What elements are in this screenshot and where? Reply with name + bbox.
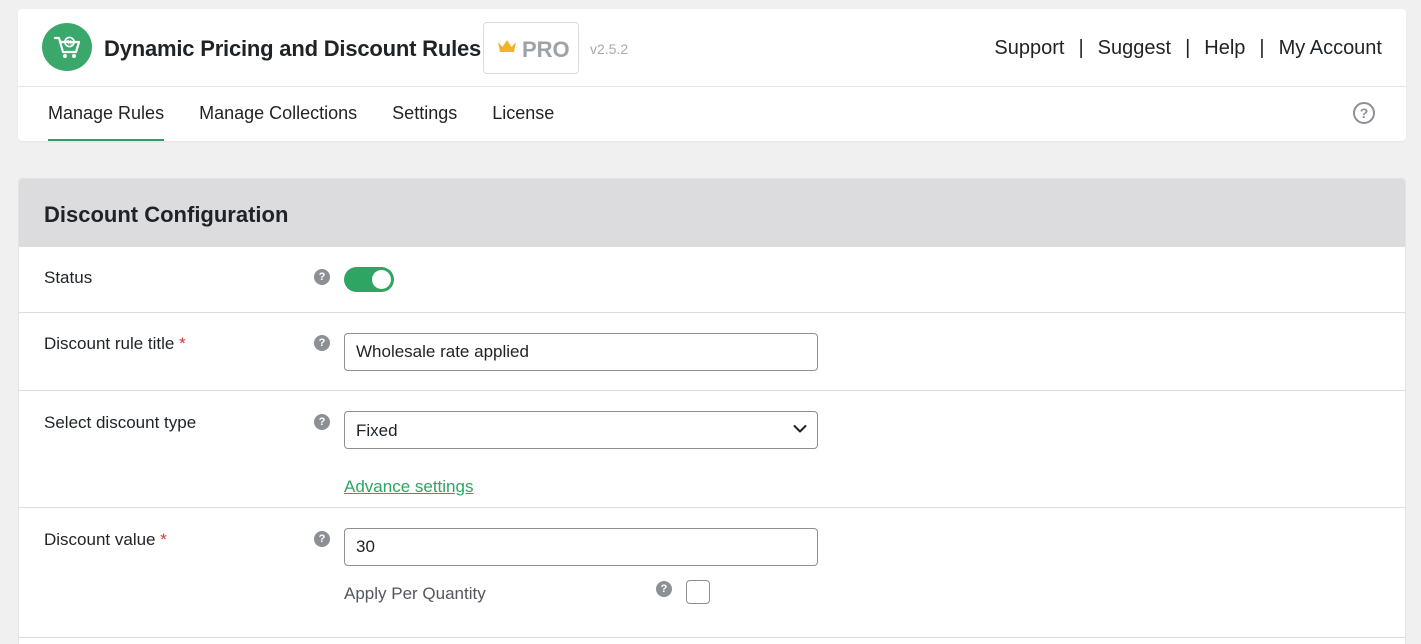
required-marker: * (160, 530, 167, 549)
tab-manage-rules[interactable]: Manage Rules (48, 87, 165, 141)
support-link[interactable]: Support (994, 37, 1064, 60)
apply-per-quantity-help-icon[interactable]: ? (656, 581, 672, 597)
brand-row: % Dynamic Pricing and Discount Rules PRO… (18, 9, 1406, 87)
required-marker: * (179, 334, 186, 353)
advance-settings-link[interactable]: Advance settings (344, 477, 473, 497)
section-header: Discount Configuration (19, 179, 1405, 247)
link-separator: | (1259, 37, 1265, 59)
rule-title-input[interactable] (344, 333, 818, 371)
rule-title-label: Discount rule title * (44, 334, 186, 354)
apply-per-quantity-label: Apply Per Quantity (344, 584, 486, 603)
status-row: Status ? (19, 247, 1405, 313)
discount-type-selected: Fixed (356, 421, 398, 440)
pro-badge[interactable]: PRO (483, 22, 579, 74)
discount-value-help-icon[interactable]: ? (314, 531, 330, 547)
link-separator: | (1078, 37, 1084, 59)
chevron-down-icon (793, 425, 807, 433)
version-label: v2.5.2 (590, 41, 629, 57)
tab-manage-collections[interactable]: Manage Collections (199, 87, 357, 141)
discount-type-row: Select discount type ? Fixed Advance set… (19, 391, 1405, 508)
pro-badge-label: PRO (522, 37, 570, 62)
tab-settings[interactable]: Settings (392, 87, 457, 141)
link-separator: | (1185, 37, 1191, 59)
crown-icon (498, 40, 516, 52)
svg-text:%: % (66, 38, 73, 46)
my-account-link[interactable]: My Account (1279, 37, 1382, 60)
app-title: Dynamic Pricing and Discount Rules (104, 36, 482, 61)
rule-title-row: Discount rule title * ? (19, 313, 1405, 391)
discount-value-row: Discount value * ? Apply Per Quantity ? (19, 508, 1405, 638)
rule-title-help-icon[interactable]: ? (314, 335, 330, 351)
discount-type-label: Select discount type (44, 413, 197, 432)
suggest-link[interactable]: Suggest (1098, 37, 1171, 60)
cart-discount-logo-icon: % (42, 23, 92, 71)
tab-license[interactable]: License (492, 87, 554, 141)
status-label: Status (44, 268, 93, 287)
main-tabs: Manage Rules Manage Collections Settings… (48, 87, 589, 141)
discount-value-label-text: Discount value (44, 530, 156, 549)
apply-per-quantity-checkbox[interactable] (686, 580, 710, 604)
discount-type-select[interactable]: Fixed (344, 411, 818, 449)
status-toggle[interactable] (344, 267, 394, 292)
discount-value-label: Discount value * (44, 530, 167, 550)
discount-configuration-panel: Discount Configuration Status ? Discount… (18, 178, 1406, 644)
section-title: Discount Configuration (44, 202, 289, 227)
top-links: Support | Suggest | Help | My Account (994, 37, 1382, 60)
toggle-knob (372, 270, 391, 289)
help-circle-icon[interactable]: ? (1353, 102, 1375, 124)
status-help-icon[interactable]: ? (314, 269, 330, 285)
discount-value-input[interactable] (344, 528, 818, 566)
plugin-header: % Dynamic Pricing and Discount Rules PRO… (18, 9, 1406, 141)
rule-title-label-text: Discount rule title (44, 334, 175, 353)
help-link[interactable]: Help (1204, 37, 1245, 60)
discount-type-help-icon[interactable]: ? (314, 414, 330, 430)
